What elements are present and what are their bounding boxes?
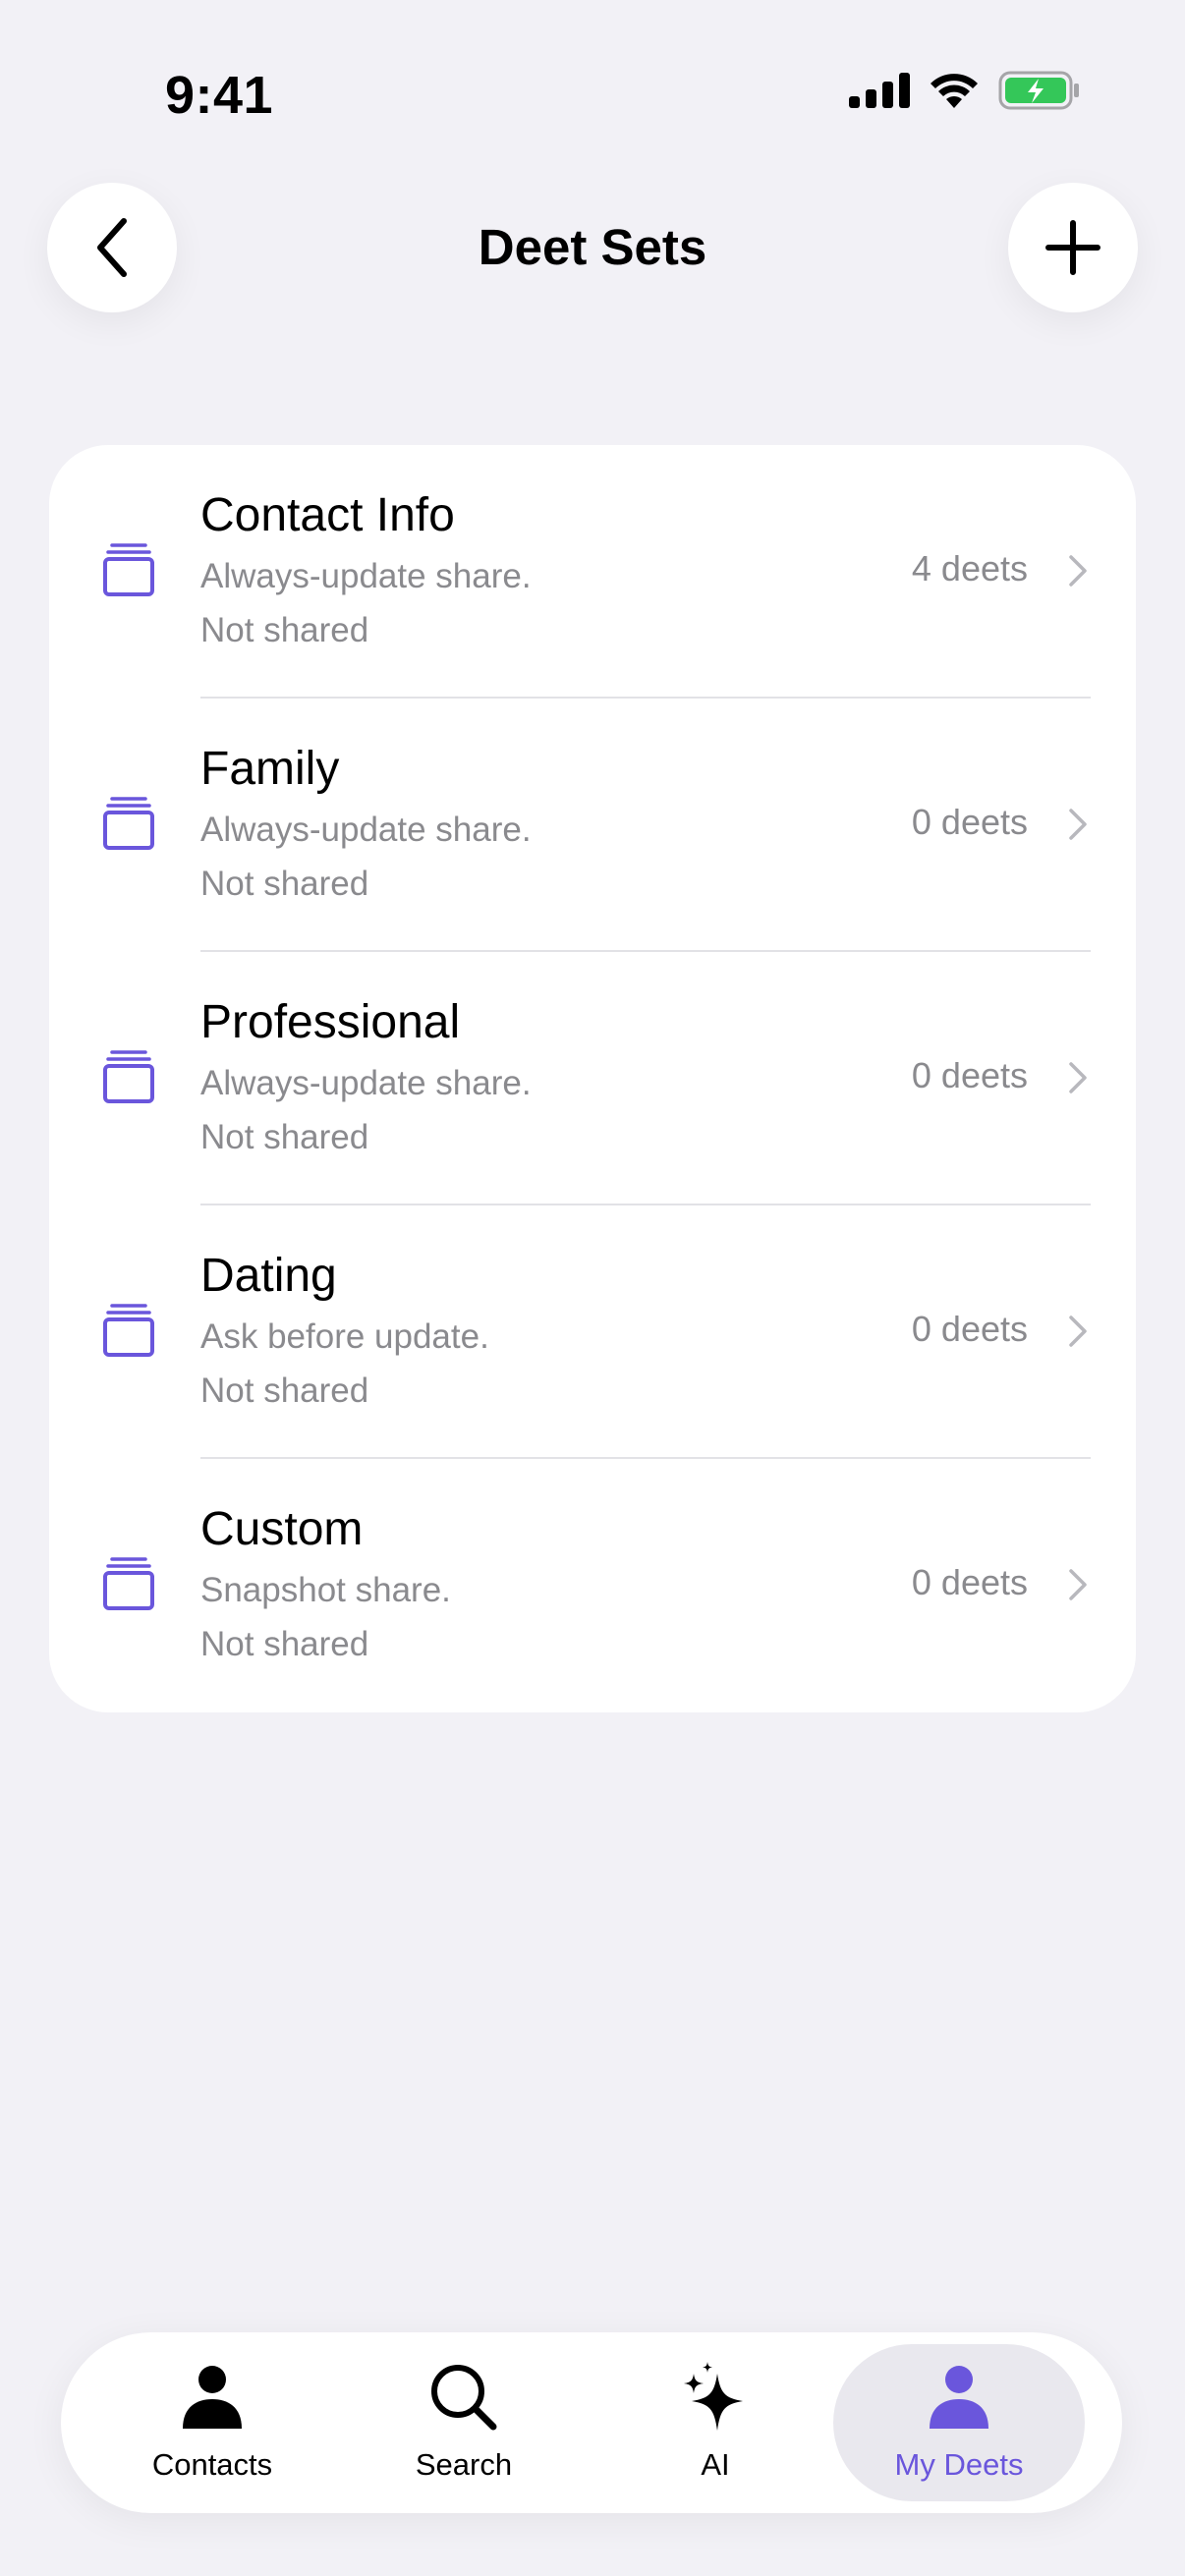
tab-ai[interactable]: AI bbox=[590, 2344, 841, 2501]
add-deet-set-button[interactable] bbox=[1008, 183, 1138, 312]
status-icons bbox=[849, 71, 1081, 110]
deet-set-row-professional[interactable]: Professional Always-update share. Not sh… bbox=[49, 952, 1136, 1205]
stack-icon bbox=[103, 1050, 154, 1103]
tab-label: Search bbox=[415, 2447, 513, 2482]
deet-set-name: Custom bbox=[200, 1503, 364, 1555]
deet-count: 0 deets bbox=[911, 802, 1028, 842]
wifi-icon bbox=[931, 74, 978, 108]
tab-search[interactable]: Search bbox=[338, 2344, 590, 2501]
tab-label: Contacts bbox=[151, 2447, 273, 2482]
deet-set-row-family[interactable]: Family Always-update share. Not shared 0… bbox=[49, 699, 1136, 952]
search-icon bbox=[431, 2365, 497, 2431]
deet-set-share-mode: Ask before update. bbox=[200, 1317, 489, 1356]
deet-set-share-mode: Always-update share. bbox=[200, 811, 532, 849]
deet-sets-list: Contact Info Always-update share. Not sh… bbox=[49, 445, 1136, 1712]
person-icon bbox=[183, 2366, 242, 2429]
deet-set-share-status: Not shared bbox=[200, 1118, 369, 1156]
deet-set-share-mode: Snapshot share. bbox=[200, 1571, 451, 1609]
deet-set-name: Contact Info bbox=[200, 489, 455, 541]
deet-set-share-status: Not shared bbox=[200, 1625, 369, 1663]
deet-set-share-mode: Always-update share. bbox=[200, 557, 532, 595]
chevron-right-icon bbox=[1069, 1569, 1087, 1600]
cellular-signal-icon bbox=[849, 73, 910, 108]
deet-set-share-status: Not shared bbox=[200, 865, 369, 903]
deet-set-share-mode: Always-update share. bbox=[200, 1064, 532, 1102]
tab-contacts[interactable]: Contacts bbox=[86, 2344, 338, 2501]
chevron-right-icon bbox=[1069, 555, 1087, 587]
sparkles-icon bbox=[684, 2362, 743, 2431]
deet-set-share-status: Not shared bbox=[200, 611, 369, 649]
deet-count: 0 deets bbox=[911, 1055, 1028, 1095]
chevron-right-icon bbox=[1069, 809, 1087, 840]
status-time: 9:41 bbox=[165, 66, 274, 125]
deet-count: 0 deets bbox=[911, 1309, 1028, 1349]
status-bar: 9:41 bbox=[0, 0, 1185, 177]
stack-icon bbox=[103, 543, 154, 596]
deet-count: 4 deets bbox=[911, 548, 1028, 588]
chevron-right-icon bbox=[1069, 1316, 1087, 1347]
deet-set-row-dating[interactable]: Dating Ask before update. Not shared 0 d… bbox=[49, 1205, 1136, 1459]
tab-label: AI bbox=[701, 2447, 730, 2482]
stack-icon bbox=[103, 1557, 154, 1610]
battery-charging-icon bbox=[998, 71, 1079, 110]
chevron-right-icon bbox=[1069, 1062, 1087, 1093]
deet-set-row-custom[interactable]: Custom Snapshot share. Not shared 0 deet… bbox=[49, 1459, 1136, 1712]
person-icon bbox=[930, 2366, 988, 2429]
tab-my-deets[interactable]: My Deets bbox=[833, 2344, 1085, 2501]
deet-set-name: Professional bbox=[200, 996, 461, 1048]
deet-count: 0 deets bbox=[911, 1562, 1028, 1602]
deet-set-row-contact-info[interactable]: Contact Info Always-update share. Not sh… bbox=[49, 445, 1136, 699]
deet-set-name: Dating bbox=[200, 1250, 337, 1302]
plus-icon bbox=[1045, 220, 1100, 275]
tab-bar: Contacts Search AI My Deets bbox=[61, 2332, 1122, 2513]
tab-label: My Deets bbox=[894, 2447, 1024, 2482]
deet-set-name: Family bbox=[200, 743, 340, 795]
stack-icon bbox=[103, 797, 154, 850]
stack-icon bbox=[103, 1304, 154, 1357]
deet-set-share-status: Not shared bbox=[200, 1372, 369, 1410]
